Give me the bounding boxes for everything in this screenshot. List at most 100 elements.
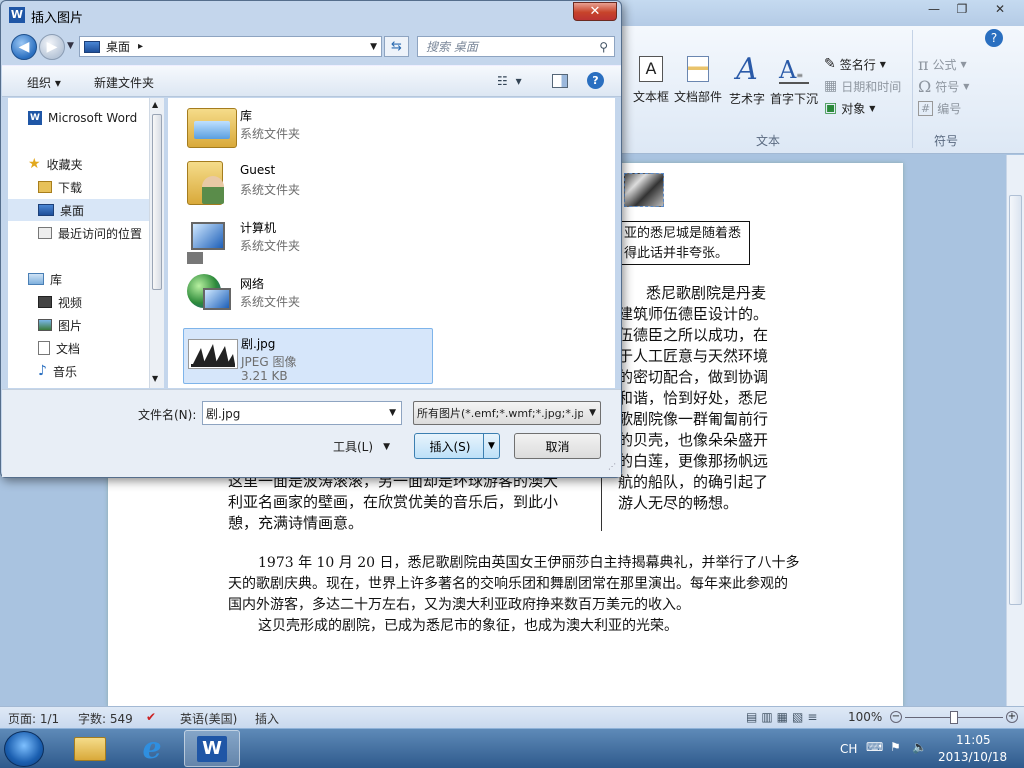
close-button[interactable]: ✕: [980, 0, 1020, 18]
file-item-network[interactable]: 网络 系统文件夹: [183, 269, 433, 325]
insert-button[interactable]: 插入(S) ▼: [414, 433, 500, 459]
file-list: 库 系统文件夹 Guest 系统文件夹 计算机 系统文件夹 网络 系统文件夹 剧…: [168, 98, 615, 388]
dropcap-label: 首字下沉: [769, 92, 818, 106]
ime-indicator[interactable]: CH: [840, 742, 857, 756]
file-item-guest[interactable]: Guest 系统文件夹: [183, 157, 433, 213]
back-button[interactable]: ◀: [11, 34, 37, 60]
restore-button[interactable]: ❐: [948, 0, 976, 18]
search-icon[interactable]: ⚲: [599, 40, 608, 54]
insert-mode[interactable]: 插入: [255, 710, 279, 727]
datetime-button[interactable]: ▦ 日期和时间: [824, 76, 901, 96]
resize-grip-icon[interactable]: ⋰: [608, 462, 616, 471]
signature-icon: ✎: [824, 56, 836, 72]
tools-button[interactable]: 工具(L) ▼: [333, 438, 390, 455]
preview-pane-icon[interactable]: [552, 74, 568, 88]
internet-explorer-icon: e: [142, 731, 162, 766]
dialog-toolbar: 组织 ▾ 新建文件夹 ☷ ▾ ?: [2, 65, 621, 97]
right-column-line: 建筑师伍德臣设计的。: [618, 305, 769, 323]
help-icon[interactable]: ?: [587, 72, 604, 89]
calendar-icon: ▦: [824, 78, 838, 94]
symbol-group-label: 符号: [933, 134, 958, 148]
nav-item-desktop[interactable]: 桌面: [8, 199, 154, 221]
zoom-in-icon[interactable]: +: [1006, 711, 1018, 723]
word-taskbar-button[interactable]: W: [184, 730, 240, 767]
dropcap-icon: A≡: [779, 56, 809, 84]
wordart-button[interactable]: A 艺术字: [724, 55, 770, 107]
refresh-button[interactable]: ⇆: [384, 36, 409, 57]
pictures-icon: [38, 319, 52, 331]
ie-taskbar-button[interactable]: e: [124, 730, 180, 767]
vertical-scrollbar[interactable]: [1006, 155, 1024, 706]
clock-time[interactable]: 11:05: [956, 733, 991, 747]
dropdown-arrow-icon: ▼: [960, 59, 967, 69]
nav-item-label: 最近访问的位置: [58, 226, 143, 241]
organize-button[interactable]: 组织 ▾: [27, 74, 61, 91]
file-item-image[interactable]: 剧.jpg JPEG 图像 3.21 KB: [183, 328, 433, 384]
clock-date[interactable]: 2013/10/18: [938, 750, 1007, 764]
search-input[interactable]: 搜索 桌面 ⚲: [417, 36, 615, 57]
flag-icon[interactable]: ⚑: [890, 740, 901, 754]
text-group-label: 文本: [755, 134, 780, 148]
quickparts-icon: [687, 56, 709, 82]
file-type-filter[interactable]: 所有图片(*.emf;*.wmf;*.jpg;*.jp ▼: [413, 401, 601, 425]
right-column-line: 的密切配合，做到协调: [618, 368, 769, 386]
cancel-button[interactable]: 取消: [514, 433, 601, 459]
symbol-button[interactable]: Ω 符号 ▼: [918, 76, 969, 96]
filename-dropdown-icon[interactable]: ▼: [389, 408, 396, 418]
equation-button[interactable]: π 公式 ▼: [918, 54, 967, 74]
dialog-close-button[interactable]: ✕: [573, 2, 617, 21]
equation-label: 公式: [932, 57, 957, 72]
file-name: 剧.jpg: [241, 337, 276, 351]
page-indicator[interactable]: 页面: 1/1: [8, 710, 59, 727]
new-folder-button[interactable]: 新建文件夹: [94, 74, 154, 91]
start-button[interactable]: [4, 731, 44, 767]
word-count[interactable]: 字数: 549: [78, 710, 133, 727]
view-buttons[interactable]: ▤▥▦▧≡: [746, 710, 821, 724]
word-icon: W: [28, 111, 42, 125]
refresh-icon: ⇆: [391, 39, 402, 54]
breadcrumb-arrow-icon[interactable]: ▸: [138, 41, 143, 52]
scrollbar-thumb[interactable]: [152, 114, 162, 290]
number-button[interactable]: # 编号: [918, 98, 961, 118]
file-item-libraries[interactable]: 库 系统文件夹: [183, 101, 433, 157]
right-column-line: 游人无尽的畅想。: [618, 494, 739, 512]
scrollbar-thumb[interactable]: [1009, 195, 1022, 605]
filename-input[interactable]: 剧.jpg ▼: [202, 401, 402, 425]
recent-locations-icon[interactable]: ▼: [67, 41, 74, 51]
scroll-down-icon[interactable]: ▼: [152, 374, 158, 383]
inserted-image[interactable]: [624, 173, 664, 207]
minimize-button[interactable]: —: [920, 0, 948, 18]
right-column-line: 的白莲，更像那扬帆远: [618, 452, 769, 470]
insert-split-arrow-icon[interactable]: ▼: [483, 434, 499, 458]
number-label: 编号: [937, 101, 962, 116]
zoom-slider-thumb[interactable]: [950, 711, 958, 724]
volume-icon[interactable]: 🔈: [912, 740, 927, 754]
signature-button[interactable]: ✎ 签名行 ▼: [824, 54, 886, 74]
insert-label: 插入(S): [429, 439, 471, 454]
explorer-taskbar-button[interactable]: [62, 730, 118, 767]
quickparts-button[interactable]: 文档部件: [673, 56, 723, 105]
address-location[interactable]: 桌面: [106, 38, 130, 55]
nav-item-label: 音乐: [52, 364, 77, 379]
object-button[interactable]: ▣ 对象 ▼: [824, 98, 875, 118]
textbox-button[interactable]: A 文本框: [628, 56, 674, 105]
address-bar[interactable]: 桌面 ▸ ▼: [79, 36, 382, 57]
dropcap-button[interactable]: A≡ 首字下沉: [768, 56, 820, 107]
forward-button[interactable]: ▶: [39, 34, 65, 60]
help-icon[interactable]: ?: [985, 29, 1003, 47]
desktop-icon: [38, 204, 54, 216]
textbox-icon: A: [639, 56, 663, 82]
scroll-up-icon[interactable]: ▲: [152, 100, 158, 109]
keyboard-icon[interactable]: ⌨: [866, 740, 883, 754]
desktop-icon: [84, 40, 100, 53]
left-column-line: 利亚名画家的壁画，在欣赏优美的音乐后，到此小: [228, 493, 559, 511]
zoom-out-icon[interactable]: −: [890, 711, 902, 723]
navigation-scrollbar[interactable]: ▲ ▼: [149, 98, 164, 388]
proofing-icon[interactable]: ✔: [146, 710, 156, 724]
zoom-level[interactable]: 100%: [848, 710, 882, 724]
navigation-pane: W Microsoft Word ★ 收藏夹 下载 桌面 最近访问的位置 库 视…: [8, 98, 164, 388]
language-indicator[interactable]: 英语(美国): [180, 710, 237, 727]
file-item-computer[interactable]: 计算机 系统文件夹: [183, 213, 433, 269]
address-dropdown-icon[interactable]: ▼: [370, 42, 377, 52]
view-options-icon[interactable]: ☷ ▾: [497, 74, 524, 88]
